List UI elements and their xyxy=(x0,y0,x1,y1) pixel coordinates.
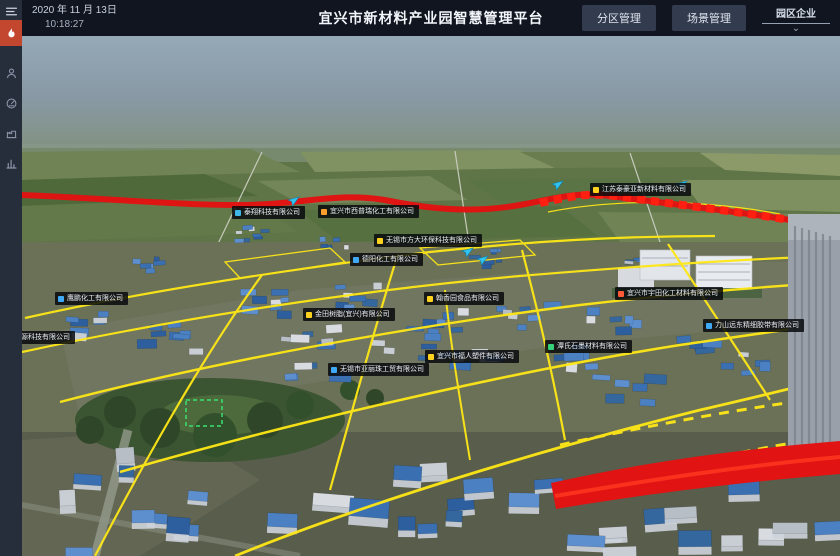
time-label: 10:18:27 xyxy=(45,18,117,33)
zone-management-button[interactable]: 分区管理 xyxy=(582,5,656,31)
company-name: 翰香园食品有限公司 xyxy=(436,295,499,302)
company-label[interactable]: 泰翔科技有限公司 xyxy=(232,206,305,219)
company-name: 泰翔科技有限公司 xyxy=(244,209,300,216)
company-name: 江苏泰豪亚新材料有限公司 xyxy=(602,186,686,193)
company-icon xyxy=(58,296,64,302)
datetime-block: 2020 年 11 月 13日 10:18:27 xyxy=(32,4,117,33)
company-label[interactable]: 力山远东精细胶带有限公司 xyxy=(703,319,804,332)
company-icon xyxy=(428,354,434,360)
company-label[interactable]: 宜兴市宇田化工材料有限公司 xyxy=(615,287,723,300)
company-name: 力山远东精细胶带有限公司 xyxy=(715,322,799,329)
company-icon xyxy=(548,344,554,350)
company-label[interactable]: 宜兴市西普瑞化工有限公司 xyxy=(318,205,419,218)
topbar: 2020 年 11 月 13日 10:18:27 宜兴市新材料产业园智慧管理平台… xyxy=(22,0,840,36)
hamburger-icon xyxy=(5,5,18,18)
company-icon xyxy=(331,367,337,373)
company-label[interactable]: 翰香园食品有限公司 xyxy=(424,292,504,305)
company-name: 丰源科技有限公司 xyxy=(22,334,70,341)
company-name: 德阳化工有限公司 xyxy=(362,256,418,263)
company-icon xyxy=(235,210,241,216)
company-name: 宜兴市西普瑞化工有限公司 xyxy=(330,208,414,215)
sidebar-item-enterprise[interactable] xyxy=(0,118,22,148)
dropdown-label: 园区企业 xyxy=(762,5,830,24)
park-enterprise-dropdown[interactable]: 园区企业 ⌄ xyxy=(762,5,830,32)
app-root: 泰翔科技有限公司 宜兴市西普瑞化工有限公司无锡市方大环保科技有限公司德阳化工有限公… xyxy=(0,0,840,556)
company-icon xyxy=(377,238,383,244)
company-label[interactable]: 潭氏石墨材料有限公司 xyxy=(545,340,632,353)
company-name: 潭氏石墨材料有限公司 xyxy=(557,343,627,350)
gauge-icon xyxy=(5,97,18,110)
company-label[interactable]: 江苏泰豪亚新材料有限公司 xyxy=(590,183,691,196)
topbar-actions: 分区管理 场景管理 园区企业 ⌄ xyxy=(582,5,830,32)
bar-chart-icon xyxy=(5,157,18,170)
company-name: 无锡市方大环保科技有限公司 xyxy=(386,237,477,244)
company-name: 宜兴市福人塑件有限公司 xyxy=(437,353,514,360)
company-label[interactable]: 鹰鹏化工有限公司 xyxy=(55,292,128,305)
company-label[interactable]: 丰源科技有限公司 xyxy=(22,331,75,344)
chevron-down-icon: ⌄ xyxy=(762,25,830,32)
company-icon xyxy=(427,296,433,302)
company-icon xyxy=(353,257,359,263)
sidebar-item-statistics[interactable] xyxy=(0,148,22,178)
company-icon xyxy=(321,209,327,215)
company-icon xyxy=(306,312,312,318)
date-label: 2020 年 11 月 13日 xyxy=(32,4,117,19)
company-name: 金田树脂(宜兴)有限公司 xyxy=(315,311,390,318)
scene-management-button[interactable]: 场景管理 xyxy=(672,5,746,31)
sidebar-item-gauge[interactable] xyxy=(0,88,22,118)
person-icon xyxy=(5,67,18,80)
sidebar-item-personnel[interactable] xyxy=(0,58,22,88)
company-icon xyxy=(706,323,712,329)
company-name: 宜兴市宇田化工材料有限公司 xyxy=(627,290,718,297)
company-label[interactable]: 无锡市亚丽珠工贸有限公司 xyxy=(328,363,429,376)
page-title: 宜兴市新材料产业园智慧管理平台 xyxy=(319,8,544,28)
company-name: 鹰鹏化工有限公司 xyxy=(67,295,123,302)
flame-icon xyxy=(5,27,18,40)
company-label[interactable]: 德阳化工有限公司 xyxy=(350,253,423,266)
sidebar-item-menu[interactable] xyxy=(0,2,22,20)
factory-icon xyxy=(5,127,18,140)
company-icon xyxy=(593,187,599,193)
map-3d-view[interactable]: 泰翔科技有限公司 宜兴市西普瑞化工有限公司无锡市方大环保科技有限公司德阳化工有限公… xyxy=(22,36,840,556)
company-label[interactable]: 金田树脂(宜兴)有限公司 xyxy=(303,308,395,321)
company-label[interactable]: 宜兴市福人塑件有限公司 xyxy=(425,350,519,363)
company-label[interactable]: 无锡市方大环保科技有限公司 xyxy=(374,234,482,247)
sidebar xyxy=(0,0,22,556)
company-icon xyxy=(618,291,624,297)
sidebar-item-fire-monitor[interactable] xyxy=(0,20,22,46)
company-name: 无锡市亚丽珠工贸有限公司 xyxy=(340,366,424,373)
